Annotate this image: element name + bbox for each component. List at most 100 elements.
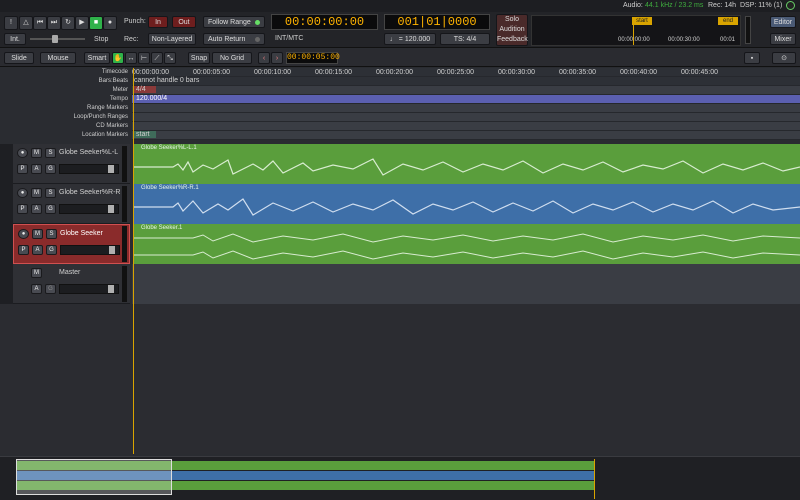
status-indicator-icon[interactable] — [786, 1, 795, 10]
edit-mode-dropdown[interactable]: Slide — [4, 52, 34, 64]
gain-tool-icon[interactable]: ⟋ — [151, 52, 163, 64]
primary-clock[interactable]: 00:00:00:00 — [271, 14, 378, 30]
master-name[interactable]: Master — [59, 269, 80, 276]
group-button[interactable]: G — [46, 245, 57, 255]
summary-pane[interactable] — [0, 456, 800, 500]
fader-knob[interactable] — [108, 205, 114, 213]
mixer-button[interactable]: Mixer — [770, 33, 796, 45]
solo-button[interactable]: S — [45, 148, 56, 158]
meter-lane[interactable]: 4/4 — [132, 86, 800, 95]
nudge-back-icon[interactable]: ‹ — [258, 52, 270, 64]
track-name[interactable]: Globe Seeker%R-R — [59, 189, 120, 196]
ruler-timecode[interactable]: Timecode 00:00:00:00 00:00:05:00 00:00:1… — [0, 68, 800, 77]
location-markers-lane[interactable]: start — [132, 131, 800, 140]
cd-markers-lane[interactable] — [132, 122, 800, 131]
audition-button[interactable]: Audition — [497, 25, 527, 35]
master-lane[interactable] — [132, 264, 800, 304]
solo-button[interactable]: Solo — [497, 15, 527, 25]
fader-knob[interactable] — [108, 165, 114, 173]
playlist-button[interactable]: P — [17, 164, 28, 174]
tempo-marker[interactable]: 120.000/4 — [136, 95, 167, 102]
audio-region[interactable]: Globe Seeker%R-R.1 — [133, 184, 800, 224]
master-header[interactable]: M Master A G — [13, 264, 130, 304]
smart-mode-button[interactable]: Smart — [84, 52, 110, 64]
panic-icon[interactable]: ! — [4, 16, 18, 30]
ruler-meter[interactable]: Meter 4/4 — [0, 86, 800, 95]
fader-knob[interactable] — [108, 285, 114, 293]
group-button[interactable]: G — [45, 284, 56, 294]
summary-viewport[interactable] — [16, 459, 172, 495]
timecode-lane[interactable]: 00:00:00:00 00:00:05:00 00:00:10:00 00:0… — [132, 68, 800, 77]
record-arm-icon[interactable]: ● — [17, 188, 28, 198]
stop-icon[interactable]: ■ — [89, 16, 103, 30]
automation-button[interactable]: A — [31, 164, 42, 174]
record-arm-icon[interactable]: ● — [17, 148, 28, 158]
mute-button[interactable]: M — [31, 268, 42, 278]
grid-dropdown[interactable]: No Grid — [212, 52, 252, 64]
mini-end-marker[interactable]: end — [718, 17, 738, 25]
solo-button[interactable]: S — [45, 188, 56, 198]
rec-mode-dropdown[interactable]: Non-Layered — [148, 33, 196, 45]
track-name[interactable]: Globe Seeker — [60, 230, 103, 237]
track-header-selected[interactable]: ● M S Globe Seeker P A G — [13, 224, 130, 264]
gain-fader[interactable] — [59, 204, 119, 214]
nudge-forward-icon[interactable]: › — [271, 52, 283, 64]
editor-button[interactable]: Editor — [770, 16, 796, 28]
tempo-lane[interactable]: 120.000/4 — [132, 95, 800, 104]
solo-button[interactable]: S — [46, 229, 57, 239]
mini-timeline[interactable]: start end 00:00:00:00 00:00:30:00 00:01 — [531, 15, 741, 46]
shuttle-slider[interactable] — [30, 35, 85, 43]
nudge-clock[interactable]: 00:00:05:00 — [286, 52, 340, 64]
punch-in-button[interactable]: In — [148, 16, 168, 28]
gain-fader[interactable] — [59, 284, 119, 294]
auto-return-button[interactable]: Auto Return — [203, 33, 265, 45]
record-arm-icon[interactable]: ● — [18, 229, 29, 239]
group-button[interactable]: G — [45, 164, 56, 174]
playlist-button[interactable]: P — [17, 204, 28, 214]
track-header[interactable]: ● M S Globe Seeker%L-L P A G — [13, 144, 130, 184]
cut-tool-icon[interactable]: ⊢ — [138, 52, 150, 64]
automation-button[interactable]: A — [32, 245, 43, 255]
empty-track-area[interactable] — [132, 304, 800, 454]
ruler-cd-markers[interactable]: CD Markers — [0, 122, 800, 131]
secondary-clock[interactable]: 001|01|0000 — [384, 14, 490, 30]
automation-button[interactable]: A — [31, 204, 42, 214]
fader-knob[interactable] — [109, 246, 115, 254]
tempo-button[interactable]: ♩ = 120.000 — [384, 33, 436, 45]
metronome-icon[interactable]: △ — [19, 16, 33, 30]
punch-out-button[interactable]: Out — [172, 16, 196, 28]
stretch-tool-icon[interactable]: ⤡ — [164, 52, 176, 64]
ruler-loop-punch[interactable]: Loop/Punch Ranges — [0, 113, 800, 122]
range-tool-icon[interactable]: ↔ — [125, 52, 137, 64]
start-marker[interactable]: start — [134, 131, 156, 138]
snap-button[interactable]: Snap — [188, 52, 210, 64]
mouse-mode-dropdown[interactable]: Mouse — [40, 52, 76, 64]
ruler-location-markers[interactable]: Location Markers start — [0, 131, 800, 140]
bars-beats-lane[interactable]: cannot handle 0 bars — [132, 77, 800, 86]
audio-region[interactable]: Globe Seeker%L-L.1 — [133, 144, 800, 184]
automation-button[interactable]: A — [31, 284, 42, 294]
goto-start-icon[interactable]: ⏮ — [33, 16, 47, 30]
ruler-tempo[interactable]: Tempo 120.000/4 — [0, 95, 800, 104]
loop-icon[interactable]: ↻ — [61, 16, 75, 30]
save-icon[interactable]: ▪ — [744, 52, 760, 64]
mini-start-marker[interactable]: start — [632, 17, 652, 25]
ruler-bars-beats[interactable]: Bars:Beats cannot handle 0 bars — [0, 77, 800, 86]
gain-fader[interactable] — [59, 164, 119, 174]
shuttle-knob[interactable] — [52, 35, 58, 43]
zoom-focus-icon[interactable]: ⊙ — [772, 52, 796, 64]
playhead[interactable] — [133, 68, 134, 454]
audio-region[interactable]: Globe Seeker.1 — [133, 224, 800, 264]
follow-range-button[interactable]: Follow Range — [203, 16, 265, 28]
mute-button[interactable]: M — [31, 188, 42, 198]
play-icon[interactable]: ▶ — [75, 16, 89, 30]
ruler-range-markers[interactable]: Range Markers — [0, 104, 800, 113]
gain-fader[interactable] — [60, 245, 120, 255]
goto-end-icon[interactable]: ⏭ — [47, 16, 61, 30]
feedback-button[interactable]: Feedback — [497, 35, 528, 45]
group-button[interactable]: G — [45, 204, 56, 214]
playlist-button[interactable]: P — [18, 245, 29, 255]
track-header[interactable]: ● M S Globe Seeker%R-R P A G — [13, 184, 130, 224]
range-markers-lane[interactable] — [132, 104, 800, 113]
mute-button[interactable]: M — [32, 229, 43, 239]
